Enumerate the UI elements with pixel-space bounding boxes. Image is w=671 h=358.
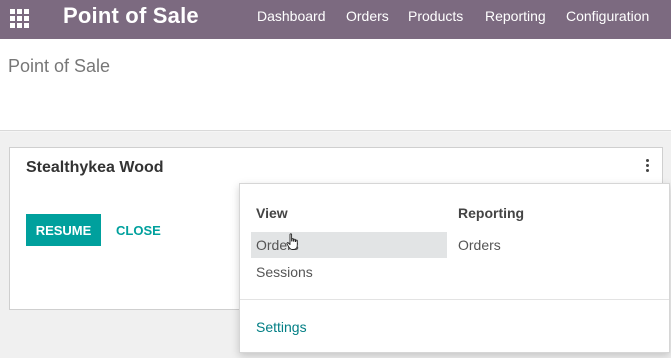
kebab-menu-icon[interactable] (639, 156, 655, 174)
app-title[interactable]: Point of Sale (63, 4, 199, 28)
view-sessions-link[interactable]: Sessions (256, 264, 313, 280)
menu-dashboard[interactable]: Dashboard (257, 8, 326, 24)
menu-products[interactable]: Products (408, 8, 463, 24)
reporting-heading: Reporting (458, 205, 525, 221)
pos-config-name: Stealthykea Wood (26, 159, 164, 176)
menu-orders[interactable]: Orders (346, 8, 389, 24)
view-heading: View (256, 205, 288, 221)
hand-cursor-icon (286, 233, 298, 250)
top-navbar: Point of Sale Dashboard Orders Products … (0, 0, 671, 39)
dropdown-divider (240, 299, 669, 300)
menu-reporting[interactable]: Reporting (485, 8, 546, 24)
control-panel: Point of Sale (0, 39, 671, 131)
resume-button[interactable]: RESUME (26, 214, 101, 246)
settings-link[interactable]: Settings (256, 319, 307, 335)
breadcrumb: Point of Sale (8, 56, 111, 76)
apps-grid-icon[interactable] (10, 9, 29, 28)
close-button[interactable]: CLOSE (116, 214, 161, 246)
menu-configuration[interactable]: Configuration (566, 8, 649, 24)
reporting-orders-link[interactable]: Orders (458, 237, 501, 253)
